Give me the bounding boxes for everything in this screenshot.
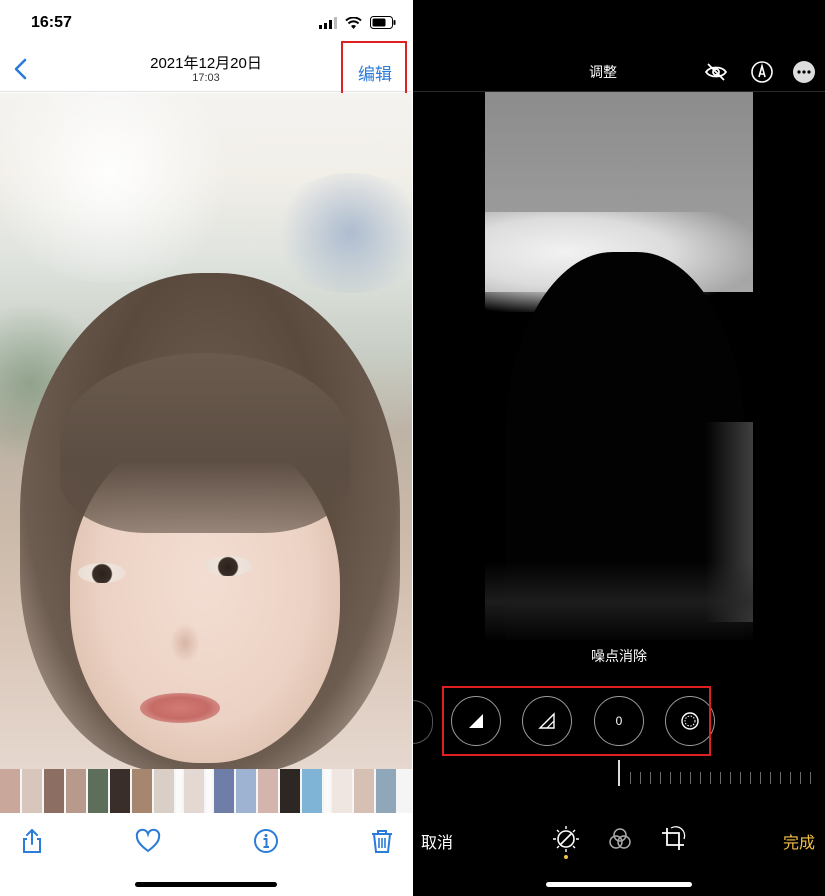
wifi-icon [345, 16, 362, 29]
thumbnail[interactable] [0, 769, 20, 813]
active-tab-dot [564, 855, 568, 859]
thumbnail[interactable] [258, 769, 278, 813]
adjust-tool-partial[interactable] [413, 700, 433, 744]
slider-tick [750, 772, 751, 784]
slider-tick [790, 772, 791, 784]
slider-tick [660, 772, 661, 784]
done-button[interactable]: 完成 [783, 829, 815, 853]
slider-tick [640, 772, 641, 784]
thumbnail[interactable] [332, 769, 352, 813]
slider-indicator [618, 760, 620, 786]
photo-bg-blue [270, 173, 412, 293]
cancel-button[interactable]: 取消 [421, 829, 453, 853]
share-icon[interactable] [18, 827, 46, 855]
photo-nose [170, 623, 200, 663]
photo-lips [140, 693, 220, 723]
slider-tick [720, 772, 721, 784]
slider-tick [740, 772, 741, 784]
heart-icon[interactable] [134, 827, 162, 855]
slider-tick [710, 772, 711, 784]
markup-pen-icon[interactable] [750, 60, 774, 84]
photo-viewer-screen: 16:57 2021年12月20日 17:03 编辑 [0, 0, 412, 896]
edit-title: 调整 [589, 64, 617, 80]
status-time: 16:57 [31, 14, 72, 31]
thumbnail[interactable] [376, 769, 396, 813]
slider-tick [670, 772, 671, 784]
thumbnail[interactable] [354, 769, 374, 813]
slider-tick [680, 772, 681, 784]
thumbnail[interactable] [214, 769, 234, 813]
slider-tick [780, 772, 781, 784]
adjust-slider[interactable] [618, 760, 823, 790]
thumbnail[interactable] [110, 769, 130, 813]
photo-preview[interactable] [0, 93, 412, 769]
thumbnail-gap [206, 769, 212, 813]
adjust-tool-name: 噪点消除 [591, 648, 647, 664]
thumbnail[interactable] [44, 769, 64, 813]
slider-tick [690, 772, 691, 784]
slider-tick [700, 772, 701, 784]
thumbnail[interactable] [132, 769, 152, 813]
home-indicator [546, 882, 692, 887]
photo-eye-right [204, 556, 252, 576]
slider-tick [810, 772, 811, 784]
thumbnail[interactable] [66, 769, 86, 813]
photo-bangs [60, 353, 350, 533]
trash-icon[interactable] [368, 827, 396, 855]
edit-photo-preview[interactable] [485, 92, 753, 640]
battery-icon [370, 16, 396, 29]
photo-bg-glow [0, 93, 240, 283]
photo-eye-left [78, 563, 126, 583]
thumbnail[interactable] [236, 769, 256, 813]
thumbnail[interactable] [280, 769, 300, 813]
thumbnail-gap [324, 769, 330, 813]
signal-icon [319, 16, 337, 29]
thumbnail[interactable] [184, 769, 204, 813]
more-icon[interactable] [792, 60, 816, 84]
info-icon[interactable] [252, 827, 280, 855]
status-icons [319, 16, 396, 29]
thumbnail-strip[interactable] [0, 769, 412, 813]
thumbnail[interactable] [88, 769, 108, 813]
hide-eye-icon[interactable] [704, 60, 728, 84]
adjust-dial-icon[interactable] [552, 825, 580, 853]
crop-rotate-icon[interactable] [659, 825, 687, 853]
home-indicator [135, 882, 277, 887]
edit-photo-bottom [485, 562, 753, 640]
slider-tick [770, 772, 771, 784]
status-bar: 16:57 [0, 0, 412, 46]
filters-icon[interactable] [606, 825, 634, 853]
thumbnail[interactable] [302, 769, 322, 813]
edit-header: 调整 [413, 46, 825, 92]
highlight-box-tools [442, 686, 711, 756]
slider-tick [630, 772, 631, 784]
slider-tick [730, 772, 731, 784]
photo-edit-screen: 调整 噪点消除 0 取消 完成 [413, 0, 825, 896]
slider-tick [650, 772, 651, 784]
slider-tick [760, 772, 761, 784]
slider-tick [800, 772, 801, 784]
thumbnail[interactable] [154, 769, 174, 813]
thumbnail[interactable] [22, 769, 42, 813]
thumbnail-gap [176, 769, 182, 813]
